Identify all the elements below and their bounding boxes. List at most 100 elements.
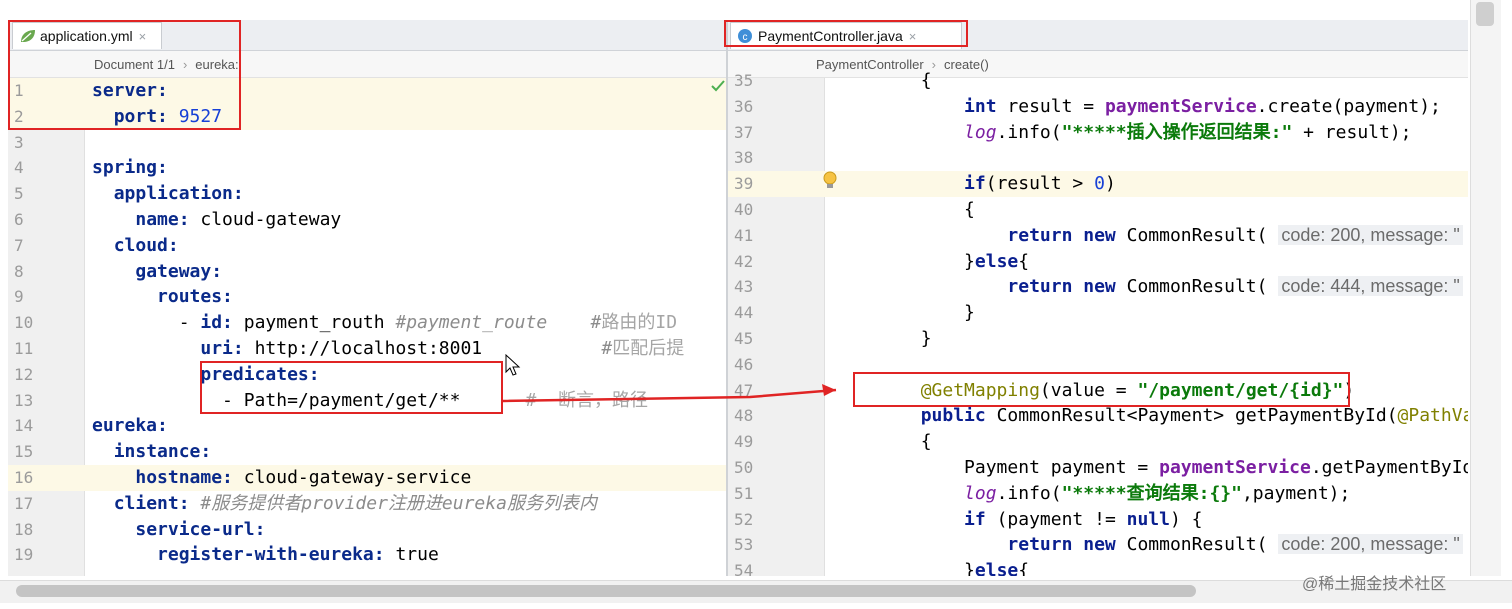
line-number: 6 <box>14 210 24 229</box>
code-token: } <box>834 328 932 349</box>
tab-label: PaymentController.java <box>758 28 903 44</box>
line-number: 8 <box>14 261 24 281</box>
tab-application-yml[interactable]: application.yml × <box>12 22 162 49</box>
code-line[interactable]: 11 uri: http://localhost:8001 #匹配后提 <box>8 336 726 362</box>
code-line[interactable]: 13 - Path=/payment/get/** # 断言，路径 <box>8 388 726 414</box>
lightbulb-icon[interactable] <box>823 171 837 191</box>
code-line[interactable]: 35 { <box>728 68 1468 94</box>
vertical-scrollbar[interactable] <box>1470 0 1501 576</box>
code-line[interactable]: 40 { <box>728 197 1468 223</box>
code-token: #服务提供者provider注册进eureka服务列表内 <box>200 492 597 514</box>
code-line[interactable]: 14 eureka: <box>8 413 726 439</box>
scrollbar-thumb[interactable] <box>16 585 1196 597</box>
code-token: null <box>1126 508 1170 530</box>
code-area[interactable]: 35 {36 int result = paymentService.creat… <box>728 70 1468 576</box>
code-line[interactable]: 52 if (payment != null) { <box>728 507 1468 533</box>
line-number: 12 <box>14 364 34 384</box>
code-text: if (payment != null) { <box>834 507 1202 533</box>
code-line[interactable]: 42 }else{ <box>728 249 1468 275</box>
code-text: spring: <box>92 155 168 181</box>
code-line[interactable]: 19 register-with-eureka: true <box>8 542 726 568</box>
code-line[interactable]: 45 } <box>728 326 1468 352</box>
code-line[interactable]: 10 - id: payment_routh #payment_route #路… <box>8 310 726 336</box>
code-line[interactable]: 6 name: cloud-gateway <box>8 207 726 233</box>
line-number: 51 <box>734 483 754 503</box>
close-icon[interactable]: × <box>139 29 147 44</box>
code-token: if <box>964 508 986 530</box>
code-line[interactable]: 37 log.info("*****插入操作返回结果:" + result); <box>728 120 1468 146</box>
code-line[interactable]: 38 <box>728 145 1468 171</box>
line-number: 41 <box>734 225 754 245</box>
code-line[interactable]: 41 return new CommonResult( code: 200, m… <box>728 223 1468 249</box>
code-token: CommonResult<Payment> getPaymentById( <box>985 405 1398 427</box>
code-token: "*****插入操作返回结果:" <box>1061 121 1293 143</box>
code-line[interactable]: 3 <box>8 130 726 156</box>
code-line[interactable]: 4 spring: <box>8 155 726 181</box>
close-icon[interactable]: × <box>909 29 917 44</box>
code-line[interactable]: 8 gateway: <box>8 259 726 285</box>
yaml-editor-pane[interactable]: application.yml × Document 1/1 › eureka:… <box>8 20 726 576</box>
code-line[interactable]: 17 client: #服务提供者provider注册进eureka服务列表内 <box>8 491 726 517</box>
code-line[interactable]: 5 application: <box>8 181 726 207</box>
line-number: 10 <box>14 313 34 333</box>
code-line[interactable]: 15 instance: <box>8 439 726 465</box>
code-token: { <box>1018 560 1030 576</box>
code-line[interactable]: 7 cloud: <box>8 233 726 259</box>
code-line[interactable]: 16 hostname: cloud-gateway-service <box>8 465 726 491</box>
horizontal-scrollbar[interactable] <box>0 580 1512 603</box>
code-line[interactable]: 9 routes: <box>8 284 726 310</box>
code-token: # 断言，路径 <box>525 389 648 411</box>
code-token: "/payment/get/{id}" <box>1137 379 1344 401</box>
window-top <box>0 0 1470 20</box>
code-line[interactable]: 39 if(result > 0) <box>728 171 1468 197</box>
code-line[interactable]: 44 } <box>728 300 1468 326</box>
code-line[interactable]: 1 server: <box>8 78 726 104</box>
code-area[interactable]: 1 server: 2 port: 9527 3 4 spring: 5 applicati… <box>8 78 726 576</box>
code-text: return new CommonResult( code: 200, mess… <box>834 223 1463 249</box>
code-text: log.info("*****查询结果:{}",payment); <box>834 481 1350 507</box>
code-token: else <box>974 560 1019 576</box>
tab-payment-controller[interactable]: c PaymentController.java × <box>730 22 962 49</box>
code-token: return new <box>1007 534 1116 556</box>
line-number: 48 <box>734 406 754 426</box>
line-number: 37 <box>734 122 754 142</box>
code-line[interactable]: 48 public CommonResult<Payment> getPayme… <box>728 403 1468 429</box>
parameter-hint: code: 200, message: " <box>1278 224 1463 245</box>
code-text: { <box>834 429 932 455</box>
code-line[interactable]: 43 return new CommonResult( code: 444, m… <box>728 274 1468 300</box>
code-line[interactable]: 53 return new CommonResult( code: 200, m… <box>728 532 1468 558</box>
code-token: if <box>964 173 986 195</box>
breadcrumb-item[interactable]: Document 1/1 <box>94 57 175 72</box>
code-text: cloud: <box>92 233 179 259</box>
line-number: 13 <box>14 390 34 410</box>
code-text: - Path=/payment/get/** # 断言，路径 <box>92 388 648 414</box>
code-line[interactable]: 2 port: 9527 <box>8 103 726 130</box>
code-token: return new <box>1007 224 1116 246</box>
code-text: eureka: <box>92 413 168 439</box>
scrollbar-thumb[interactable] <box>1476 2 1494 26</box>
code-token: - <box>92 312 201 334</box>
code-line[interactable]: 50 Payment payment = paymentService.getP… <box>728 455 1468 481</box>
code-token: 匹配后提 <box>612 338 685 359</box>
code-line[interactable]: 36 int result = paymentService.create(pa… <box>728 94 1468 120</box>
code-line[interactable]: 47 @GetMapping(value = "/payment/get/{id… <box>728 378 1468 404</box>
line-number: 39 <box>734 174 754 194</box>
java-editor-pane[interactable]: c PaymentController.java × PaymentContro… <box>728 20 1468 576</box>
code-line[interactable]: 51 log.info("*****查询结果:{}",payment); <box>728 481 1468 507</box>
code-line[interactable]: 12 predicates: <box>8 362 726 388</box>
code-token: cloud-gateway <box>189 209 342 230</box>
code-line[interactable]: 18 service-url: <box>8 517 726 543</box>
code-token: } <box>834 560 975 576</box>
code-token: id: <box>200 312 233 334</box>
code-text: if(result > 0) <box>834 171 1116 197</box>
breadcrumb-item[interactable]: eureka: <box>195 57 238 72</box>
code-token: 9527 <box>167 105 223 127</box>
tab-label: application.yml <box>40 28 133 44</box>
code-line[interactable]: 49 { <box>728 429 1468 455</box>
code-line[interactable]: 46 <box>728 352 1468 378</box>
